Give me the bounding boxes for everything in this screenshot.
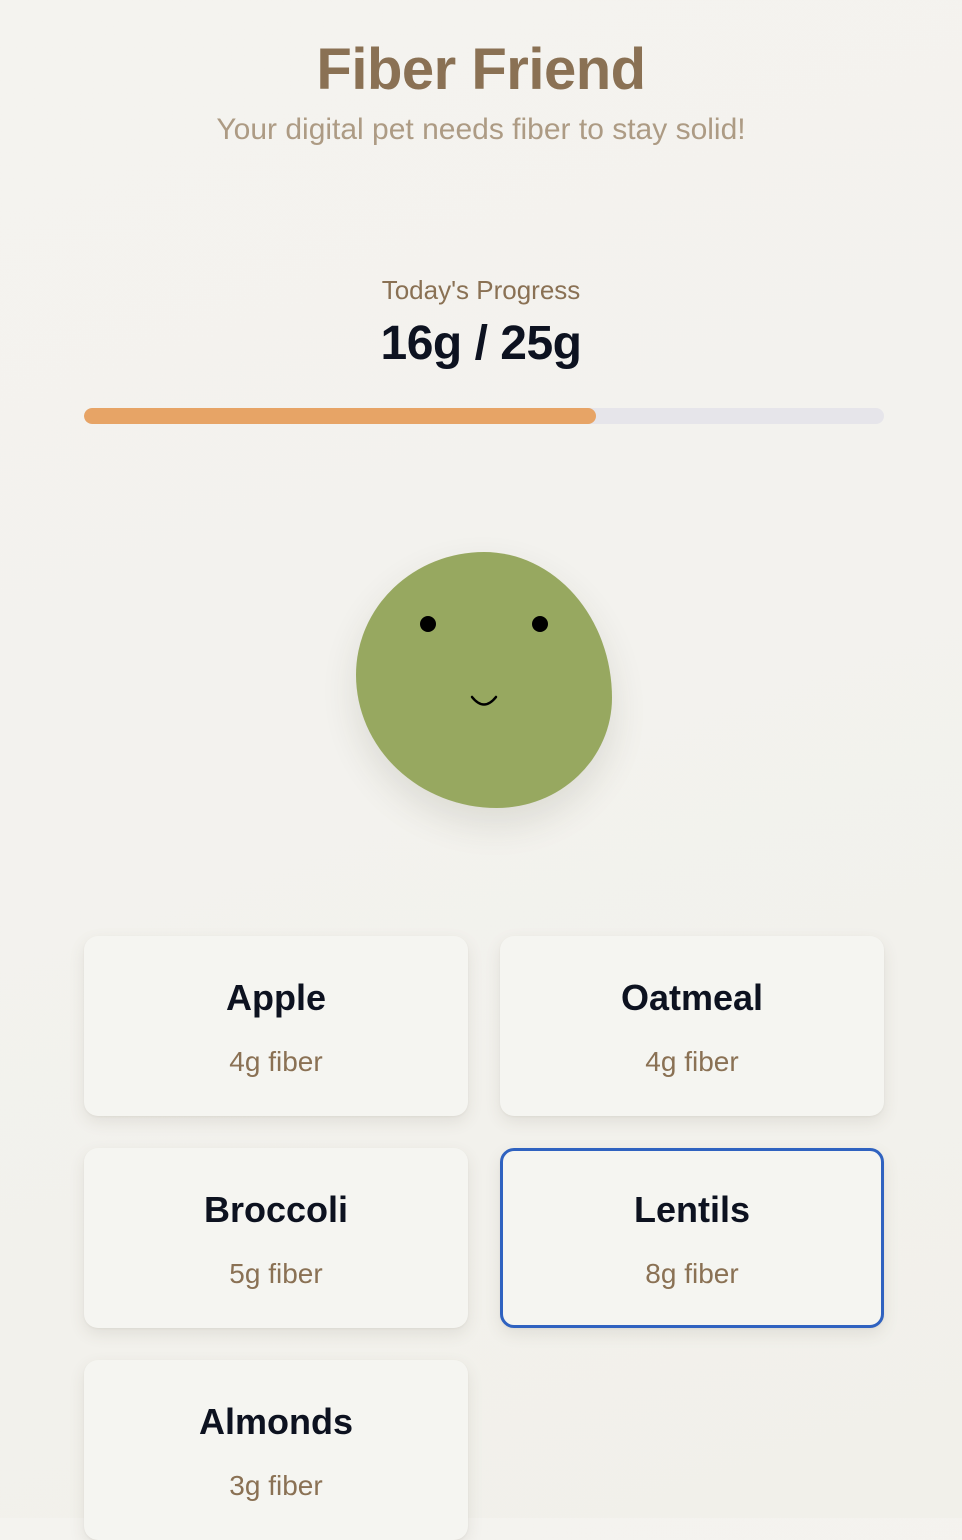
progress-value: 16g / 25g xyxy=(380,317,582,370)
food-name: Apple xyxy=(225,977,326,1018)
food-fiber: 5g fiber xyxy=(229,1258,323,1289)
app-header: Fiber Friend Your digital pet needs fibe… xyxy=(0,34,962,152)
food-card-apple[interactable]: Apple 4g fiber xyxy=(84,936,468,1116)
progress-bar xyxy=(84,408,884,424)
food-fiber: 4g fiber xyxy=(645,1046,739,1077)
food-name: Oatmeal xyxy=(620,977,764,1018)
pet-left-eye xyxy=(420,616,436,632)
progress-label: Today's Progress xyxy=(381,275,581,305)
app-title: Fiber Friend xyxy=(316,37,646,102)
progress-bar-fill xyxy=(84,408,596,424)
pet-smile xyxy=(470,695,498,706)
food-fiber: 8g fiber xyxy=(645,1258,739,1289)
pet-right-eye xyxy=(532,616,548,632)
food-card-oatmeal[interactable]: Oatmeal 4g fiber xyxy=(500,936,884,1116)
food-name: Almonds xyxy=(198,1401,353,1442)
food-card-broccoli[interactable]: Broccoli 5g fiber xyxy=(84,1148,468,1328)
food-card-lentils[interactable]: Lentils 8g fiber xyxy=(500,1148,884,1328)
fiber-pet[interactable] xyxy=(356,552,612,808)
food-name: Broccoli xyxy=(203,1189,349,1230)
food-fiber: 3g fiber xyxy=(229,1470,323,1501)
food-fiber: 4g fiber xyxy=(229,1046,323,1077)
progress-section: Today's Progress 16g / 25g xyxy=(0,270,962,374)
food-card-almonds[interactable]: Almonds 3g fiber xyxy=(84,1360,468,1540)
food-name: Lentils xyxy=(633,1189,750,1230)
app-subtitle: Your digital pet needs fiber to stay sol… xyxy=(216,113,746,146)
